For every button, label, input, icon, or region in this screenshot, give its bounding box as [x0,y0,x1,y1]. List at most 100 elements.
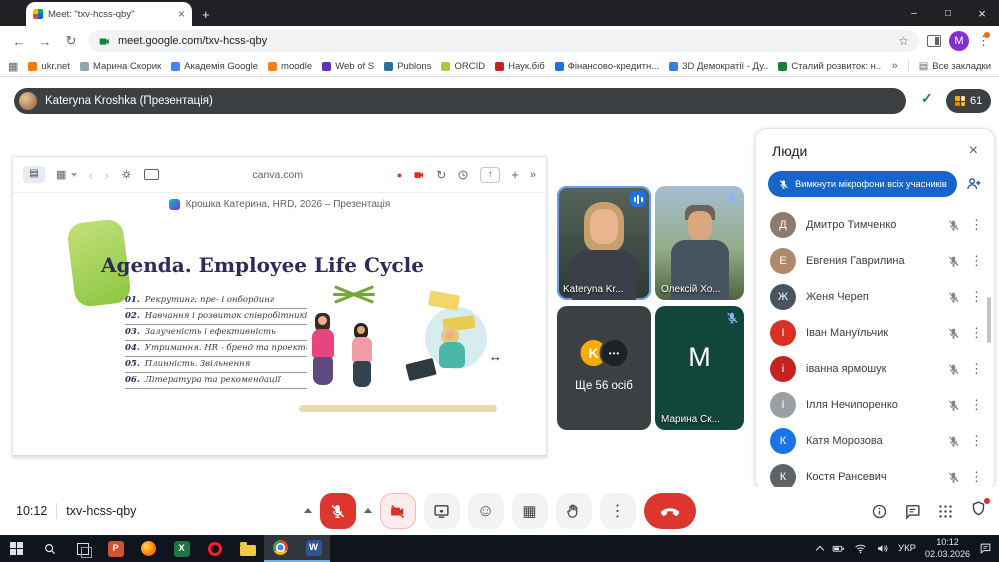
taskbar-excel-icon[interactable] [165,535,198,562]
chat-icon[interactable] [904,503,921,520]
maximize-button[interactable] [931,0,965,26]
bookmark-favicon [384,62,393,71]
participant-name: Костя Рансевич [806,471,937,483]
participant-row[interactable]: І Іван Мануїльчик [756,315,994,351]
close-icon[interactable] [969,143,978,159]
reload-button[interactable] [62,33,80,49]
scrollbar[interactable] [987,297,991,343]
action-center-icon[interactable] [979,542,992,555]
participant-row[interactable]: К Катя Морозова [756,423,994,459]
volume-icon[interactable] [876,542,889,555]
taskbar-clock[interactable]: 10:12 02.03.2026 [925,537,970,560]
minimize-button[interactable] [897,0,931,26]
bookmark-favicon [555,62,564,71]
bookmark-star-icon[interactable] [898,34,909,48]
taskbar-firefox-icon[interactable] [132,535,165,562]
mic-button[interactable] [320,493,356,529]
participant-count[interactable]: 61 [946,89,991,113]
search-icon[interactable] [33,535,66,562]
people-panel-title: Люди [772,143,807,159]
end-call-button[interactable] [644,493,696,529]
video-tile-kateryna[interactable]: Kateryna Kr... [557,186,651,300]
taskbar-word-icon[interactable] [297,535,330,562]
participant-more-button[interactable] [970,469,980,485]
forward-button[interactable] [36,34,54,49]
bookmark-label: Web of S [335,61,374,72]
overflow-tile[interactable]: K Ще 56 осіб [557,306,651,430]
back-button[interactable] [10,34,28,49]
browser-tab[interactable]: Meet: "txv-hcss-qby" [26,2,192,26]
mute-all-button[interactable]: Вимкнути мікрофони всіх учасників [768,171,957,197]
camera-button[interactable] [380,493,416,529]
wifi-icon[interactable] [854,542,867,555]
meeting-code: txv-hcss-qby [66,504,136,518]
apps-grid-icon[interactable] [8,60,18,73]
camera-options-chevron-icon[interactable] [364,504,372,513]
browser-menu-icon[interactable] [977,33,989,49]
more-options-button[interactable] [600,493,636,529]
bookmark-item[interactable]: moodle [268,61,312,72]
participant-row[interactable]: Д Дмитро Тимченко [756,207,994,243]
camera-record-icon [413,169,425,181]
participant-more-button[interactable] [970,361,980,377]
new-tab-button[interactable] [202,8,210,21]
scribble-decoration [331,277,377,313]
window-controls [897,0,999,26]
participant-row[interactable]: Ж Женя Череп [756,279,994,315]
mic-muted-icon [725,191,739,205]
check-icon [921,90,933,107]
side-panel-icon[interactable] [927,35,941,47]
slides-panel-icon [23,166,45,183]
activities-icon[interactable] [937,503,954,520]
raise-hand-button[interactable] [556,493,592,529]
reactions-button[interactable] [468,493,504,529]
overflow-count-label: Ще 56 осіб [557,380,651,392]
battery-icon[interactable] [832,542,845,555]
all-bookmarks-button[interactable]: Все закладки [919,61,991,72]
gear-icon [120,168,133,181]
taskbar-opera-icon[interactable] [198,535,231,562]
task-view-icon[interactable] [66,535,99,562]
participant-more-button[interactable] [970,397,980,413]
mic-options-chevron-icon[interactable] [304,504,312,513]
bookmark-item[interactable]: Сталий розвиток: н.. [778,61,881,72]
profile-avatar[interactable]: M [949,31,969,51]
tray-expand-icon[interactable] [816,546,824,554]
bookmark-item[interactable]: ORCID [441,61,485,72]
bookmark-item[interactable]: ukr.net [28,61,70,72]
tab-close-icon[interactable] [178,8,185,20]
bookmark-item[interactable]: Publons [384,61,431,72]
taskbar-powerpoint-icon[interactable] [99,535,132,562]
participant-row[interactable]: І Ілля Нечипоренко [756,387,994,423]
bookmark-item[interactable]: 3D Демократії - Ду.. [669,61,768,72]
participant-more-button[interactable] [970,253,980,269]
participant-more-button[interactable] [970,289,980,305]
participant-more-button[interactable] [970,217,980,233]
host-controls-icon[interactable] [970,500,987,522]
bookmark-item[interactable]: Марина Скорик [80,61,161,72]
bookmark-item[interactable]: Академія Google [171,61,258,72]
add-people-icon[interactable] [965,175,982,193]
layout-button[interactable] [512,493,548,529]
bookmark-favicon [778,62,787,71]
present-button[interactable] [424,493,460,529]
bookmark-item[interactable]: Наук.біб [495,61,545,72]
participant-list: Д Дмитро Тимченко Е Евгения Гаврилина Ж … [756,207,994,492]
bookmark-item[interactable]: Web of S [322,61,374,72]
camera-in-use-icon[interactable] [98,35,111,48]
participant-row[interactable]: Е Евгения Гаврилина [756,243,994,279]
bookmarks-overflow-icon[interactable] [892,60,898,72]
participant-more-button[interactable] [970,325,980,341]
start-button[interactable] [0,535,33,562]
video-tile-oleksii[interactable]: Олексій Хо... [655,186,744,300]
language-indicator[interactable]: УКР [898,543,916,554]
participant-row[interactable]: і іванна ярмошук [756,351,994,387]
info-icon[interactable] [871,503,888,520]
close-button[interactable] [965,0,999,26]
taskbar-explorer-icon[interactable] [231,535,264,562]
participant-more-button[interactable] [970,433,980,449]
bookmark-item[interactable]: Фінансово-кредитн... [555,61,660,72]
taskbar-chrome-icon[interactable] [264,535,297,562]
video-tile-maryna[interactable]: M Марина Ск... [655,306,744,430]
address-bar[interactable]: meet.google.com/txv-hcss-qby [88,30,919,52]
